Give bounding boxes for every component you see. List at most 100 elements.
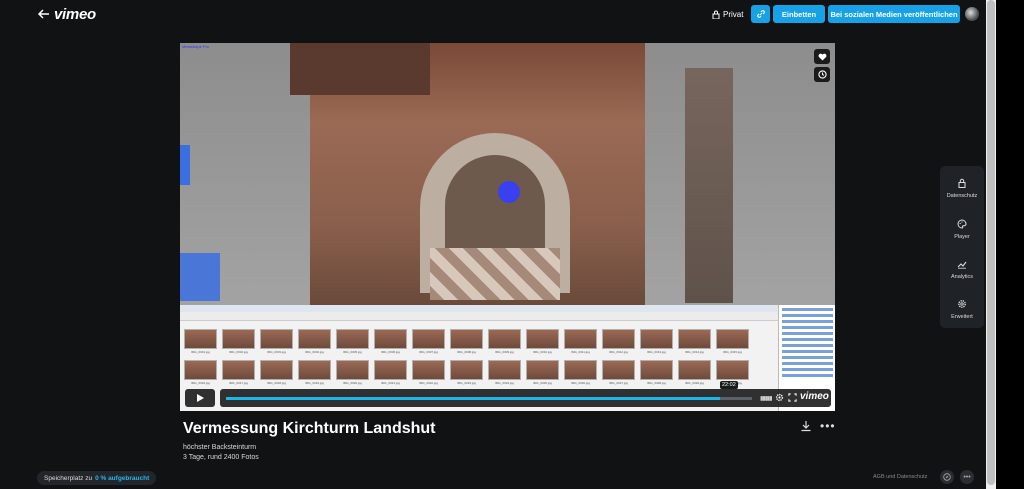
photo-thumbnail[interactable]: IMG_0001.jpg xyxy=(184,329,217,358)
side-item-player[interactable]: Player xyxy=(940,217,984,251)
photo-thumbnail[interactable]: IMG_0005.jpg xyxy=(336,329,369,358)
photo-thumbnail[interactable]: IMG_0029.jpg xyxy=(678,360,711,389)
volume-control[interactable]: ▮▮▮▮▮ xyxy=(760,395,772,402)
photo-thumbnail[interactable]: IMG_0014.jpg xyxy=(678,329,711,358)
vimeo-logo[interactable]: vimeo xyxy=(54,6,96,23)
terms-link[interactable]: AGB und Datenschutz xyxy=(873,474,927,480)
photo-thumbnail[interactable]: IMG_0027.jpg xyxy=(602,360,635,389)
thumbnail-caption: IMG_0016.jpg xyxy=(191,381,210,385)
photo-thumbnail[interactable]: IMG_0024.jpg xyxy=(488,360,521,389)
thumbnail-caption: IMG_0018.jpg xyxy=(267,381,286,385)
storage-label: Speicherplatz zu xyxy=(44,474,93,482)
privacy-status[interactable]: Privat xyxy=(712,10,743,19)
side-settings-panel: Datenschutz Player Analytics Erweitert xyxy=(940,166,984,328)
photo-thumbnail[interactable]: IMG_0026.jpg xyxy=(564,360,597,389)
thumbnail-image xyxy=(260,329,293,349)
gear-icon xyxy=(958,300,966,308)
photo-thumbnail[interactable]: IMG_0025.jpg xyxy=(526,360,559,389)
compass-icon xyxy=(943,473,951,481)
photo-thumbnail[interactable]: IMG_0012.jpg xyxy=(602,329,635,358)
photo-thumbnail[interactable]: IMG_0028.jpg xyxy=(640,360,673,389)
photo-thumbnail[interactable]: IMG_0003.jpg xyxy=(260,329,293,358)
photo-thumbnail[interactable]: IMG_0010.jpg xyxy=(526,329,559,358)
thumbnail-caption: IMG_0015.jpg xyxy=(723,350,742,354)
scan-artifact xyxy=(180,145,190,185)
side-item-datenschutz[interactable]: Datenschutz xyxy=(940,176,984,210)
control-bar: 22:02 ▮▮▮▮▮ vimeo xyxy=(220,381,831,407)
photo-thumbnail[interactable]: IMG_0008.jpg xyxy=(450,329,483,358)
thumbnail-caption: IMG_0008.jpg xyxy=(457,350,476,354)
app-window: vimeo Privat Einbetten Bei sozialen Medi… xyxy=(0,0,986,489)
photo-thumbnail[interactable]: IMG_0015.jpg xyxy=(716,329,749,358)
photo-thumbnail[interactable]: IMG_0002.jpg xyxy=(222,329,255,358)
thumbnail-image xyxy=(412,329,445,349)
thumbnail-caption: IMG_0013.jpg xyxy=(647,350,666,354)
side-item-analytics[interactable]: Analytics xyxy=(940,257,984,291)
thumbnail-image xyxy=(678,360,711,380)
photo-thumbnail[interactable]: IMG_0021.jpg xyxy=(374,360,407,389)
thumbnail-image xyxy=(222,329,255,349)
link-icon xyxy=(756,10,765,18)
photo-thumbnail[interactable]: IMG_0018.jpg xyxy=(260,360,293,389)
side-item-label: Player xyxy=(954,234,970,240)
thumbnail-image xyxy=(336,360,369,380)
photo-thumbnail[interactable]: IMG_0011.jpg xyxy=(564,329,597,358)
player-vimeo-logo[interactable]: vimeo xyxy=(800,391,829,402)
photo-thumbnail[interactable]: IMG_0022.jpg xyxy=(412,360,445,389)
scan-artifact xyxy=(180,253,220,301)
thumbnail-image xyxy=(678,329,711,349)
photo-thumbnail[interactable]: IMG_0009.jpg xyxy=(488,329,521,358)
thumbnail-image xyxy=(374,360,407,380)
share-social-button[interactable]: Bei sozialen Medien veröffentlichen xyxy=(828,5,960,23)
photo-thumbnail[interactable]: IMG_0017.jpg xyxy=(222,360,255,389)
fullscreen-icon[interactable] xyxy=(788,393,797,402)
copy-link-button[interactable] xyxy=(751,5,770,23)
back-arrow-icon[interactable] xyxy=(37,7,51,21)
photo-thumbnail[interactable]: IMG_0019.jpg xyxy=(298,360,331,389)
embed-button[interactable]: Einbetten xyxy=(773,5,825,23)
photo-thumbnail[interactable]: IMG_0006.jpg xyxy=(374,329,407,358)
side-item-erweitert[interactable]: Erweitert xyxy=(940,297,984,331)
photo-thumbnail[interactable]: IMG_0023.jpg xyxy=(450,360,483,389)
thumbnail-image xyxy=(222,360,255,380)
progress-bar[interactable] xyxy=(226,397,752,400)
thumbnail-caption: IMG_0006.jpg xyxy=(381,350,400,354)
photo-thumbnail[interactable]: IMG_0013.jpg xyxy=(640,329,673,358)
photo-thumbnail[interactable]: IMG_0016.jpg xyxy=(184,360,217,389)
portal-floor xyxy=(430,248,560,300)
thumbnail-image xyxy=(488,360,521,380)
thumbnail-caption: IMG_0024.jpg xyxy=(495,381,514,385)
compass-button[interactable] xyxy=(940,470,954,484)
avatar[interactable] xyxy=(965,7,979,21)
like-button[interactable] xyxy=(814,49,830,64)
photo-thumbnail[interactable]: IMG_0004.jpg xyxy=(298,329,331,358)
time-display: 22:02 xyxy=(720,381,738,389)
scrollbar[interactable] xyxy=(986,0,996,489)
thumbnail-image xyxy=(298,360,331,380)
thumbnail-image xyxy=(602,360,635,380)
thumbnail-caption: IMG_0003.jpg xyxy=(267,350,286,354)
player-controls: 22:02 ▮▮▮▮▮ vimeo xyxy=(184,381,831,408)
scrollbar-thumb[interactable] xyxy=(987,0,995,485)
thumbnail-caption: IMG_0011.jpg xyxy=(571,350,590,354)
thumbnail-caption: IMG_0023.jpg xyxy=(457,381,476,385)
photo-thumbnail[interactable]: IMG_0007.jpg xyxy=(412,329,445,358)
thumbnail-caption: IMG_0012.jpg xyxy=(609,350,628,354)
photo-thumbnail[interactable]: IMG_0020.jpg xyxy=(336,360,369,389)
thumbnail-caption: IMG_0005.jpg xyxy=(343,350,362,354)
thumbnail-caption: IMG_0010.jpg xyxy=(533,350,552,354)
more-options-icon[interactable]: ••• xyxy=(820,419,836,433)
thumbnail-caption: IMG_0027.jpg xyxy=(609,381,628,385)
thumbnail-image xyxy=(298,329,331,349)
more-button[interactable]: ••• xyxy=(960,470,974,484)
lock-icon xyxy=(958,178,966,188)
video-player[interactable]: Metashape Pro IMG_0001.jpg IMG_0002.jpg IM… xyxy=(180,43,835,411)
window-edge xyxy=(996,0,1024,489)
watch-later-button[interactable] xyxy=(814,67,830,82)
download-icon[interactable] xyxy=(800,420,812,432)
thumbnail-grid: IMG_0001.jpg IMG_0002.jpg IMG_0003.jpg IMG_… xyxy=(184,329,774,389)
storage-indicator[interactable]: Speicherplatz zu 0 % aufgebraucht xyxy=(37,471,157,485)
settings-icon[interactable] xyxy=(775,393,784,402)
thumbnail-image xyxy=(184,360,217,380)
play-button[interactable] xyxy=(185,389,215,407)
